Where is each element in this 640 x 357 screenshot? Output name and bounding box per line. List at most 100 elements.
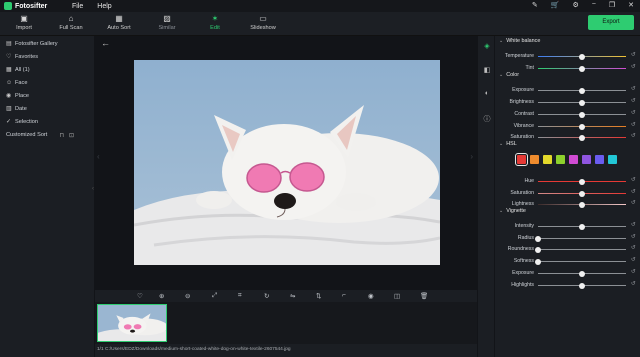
slider-handle[interactable] bbox=[579, 223, 585, 230]
reset-icon[interactable]: ↺ bbox=[631, 281, 636, 287]
slider-track[interactable] bbox=[538, 261, 626, 263]
slider-color-contrast[interactable]: Contrast ↺ bbox=[495, 110, 640, 120]
slider-handle[interactable] bbox=[535, 258, 541, 265]
reset-icon[interactable]: ↺ bbox=[631, 86, 636, 92]
back-arrow-icon[interactable]: ← bbox=[101, 38, 110, 48]
layers-icon[interactable]: ◧ bbox=[482, 66, 492, 76]
auto-sort-button[interactable]: ▦ Auto Sort bbox=[95, 15, 143, 32]
hsl-swatch[interactable] bbox=[582, 155, 591, 164]
reset-icon[interactable]: ↺ bbox=[631, 52, 636, 58]
slider-vignette-highlights[interactable]: Highlights ↺ bbox=[495, 281, 640, 291]
reset-icon[interactable]: ↺ bbox=[631, 177, 636, 183]
crop-area-icon[interactable]: ⌗ bbox=[238, 292, 242, 300]
thumbnail-item[interactable] bbox=[97, 304, 167, 342]
restore-icon[interactable]: ❐ bbox=[609, 1, 615, 9]
reset-icon[interactable]: ↺ bbox=[631, 269, 636, 275]
slideshow-button[interactable]: ▭ Slideshow bbox=[239, 15, 287, 32]
slider-handle[interactable] bbox=[579, 65, 585, 72]
slider-hsl-hue[interactable]: Hue ↺ bbox=[495, 177, 640, 187]
edit-sort-icon[interactable]: ⊡ bbox=[69, 133, 79, 139]
sidebar-collapse-handle[interactable]: ‹ bbox=[92, 186, 94, 192]
slider-hsl-saturation[interactable]: Saturation ↺ bbox=[495, 189, 640, 199]
contrast-icon[interactable]: ◐ bbox=[482, 90, 492, 100]
heart-icon[interactable]: ♡ bbox=[137, 292, 143, 300]
slider-vignette-exposure[interactable]: Exposure ↺ bbox=[495, 269, 640, 279]
menu-file[interactable]: File bbox=[72, 3, 83, 10]
slider-color-saturation[interactable]: Saturation ↺ bbox=[495, 133, 640, 143]
slider-vignette-roundness[interactable]: Roundness ↺ bbox=[495, 245, 640, 255]
sidebar-item-selection[interactable]: ✓ Selection bbox=[0, 115, 94, 128]
slider-vignette-softness[interactable]: Softness ↺ bbox=[495, 257, 640, 267]
gear-icon[interactable]: ⚙ bbox=[572, 1, 578, 9]
hsl-swatch[interactable] bbox=[556, 155, 565, 164]
slider-color-exposure[interactable]: Exposure ↺ bbox=[495, 86, 640, 96]
reset-icon[interactable]: ↺ bbox=[631, 189, 636, 195]
previous-image-icon[interactable]: ‹ bbox=[97, 152, 100, 161]
slider-handle[interactable] bbox=[579, 99, 585, 106]
slider-handle[interactable] bbox=[579, 87, 585, 94]
reset-icon[interactable]: ↺ bbox=[631, 133, 636, 139]
rotate-icon[interactable]: ↻ bbox=[264, 292, 269, 300]
sidebar-item-favorites[interactable]: ♡ Favorites bbox=[0, 50, 94, 63]
sidebar-item-place[interactable]: ◉ Place bbox=[0, 89, 94, 102]
hsl-swatch[interactable] bbox=[608, 155, 617, 164]
slider-handle[interactable] bbox=[579, 270, 585, 277]
hsl-swatch[interactable] bbox=[543, 155, 552, 164]
crop-icon[interactable]: ⌐ bbox=[342, 292, 346, 299]
minimize-icon[interactable]: − bbox=[592, 1, 596, 9]
delete-icon[interactable]: 🗑 bbox=[420, 292, 428, 300]
eye-icon[interactable]: ◉ bbox=[368, 292, 374, 300]
hsl-swatch[interactable] bbox=[515, 153, 528, 166]
zoom-in-icon[interactable]: ⊕ bbox=[159, 292, 164, 300]
zoom-out-icon[interactable]: ⊖ bbox=[185, 292, 190, 300]
bookmark-icon[interactable]: ⊓ bbox=[59, 133, 69, 139]
adjust-color-icon[interactable]: ◈ bbox=[482, 42, 492, 52]
sidebar-item-all[interactable]: ▦ All (1) bbox=[0, 63, 94, 76]
flip-horizontal-icon[interactable]: ⇋ bbox=[290, 292, 295, 300]
hsl-swatch[interactable] bbox=[530, 155, 539, 164]
slider-color-brightness[interactable]: Brightness ↺ bbox=[495, 98, 640, 108]
reset-icon[interactable]: ↺ bbox=[631, 234, 636, 240]
reset-icon[interactable]: ↺ bbox=[631, 200, 636, 206]
slider-handle[interactable] bbox=[535, 246, 541, 253]
menu-help[interactable]: Help bbox=[97, 3, 111, 10]
slider-handle[interactable] bbox=[535, 235, 541, 242]
hsl-swatch[interactable] bbox=[569, 155, 578, 164]
reset-icon[interactable]: ↺ bbox=[631, 98, 636, 104]
compare-icon[interactable]: ◫ bbox=[394, 292, 400, 300]
cart-icon[interactable]: 🛒 bbox=[551, 1, 560, 9]
sidebar-item-face[interactable]: ☺ Face bbox=[0, 76, 94, 89]
next-image-icon[interactable]: › bbox=[470, 152, 473, 161]
reset-icon[interactable]: ↺ bbox=[631, 64, 636, 70]
slider-hsl-lightness[interactable]: Lightness ↺ bbox=[495, 200, 640, 210]
import-button[interactable]: ▣ Import bbox=[0, 15, 48, 32]
export-button[interactable]: Export bbox=[588, 15, 634, 30]
hsl-swatch[interactable] bbox=[595, 155, 604, 164]
similar-button[interactable]: ▨ Similar bbox=[143, 15, 191, 32]
slider-handle[interactable] bbox=[579, 190, 585, 197]
edit-button[interactable]: ✶ Edit bbox=[191, 15, 239, 32]
slider-track[interactable] bbox=[538, 238, 626, 240]
sidebar-item-gallery[interactable]: ▤ Fotosifter Gallery bbox=[0, 37, 94, 50]
slider-handle[interactable] bbox=[579, 201, 585, 208]
magic-wand-icon[interactable]: ✎ bbox=[532, 1, 538, 9]
info-icon[interactable]: ⓘ bbox=[482, 114, 492, 124]
slider-vignette-radius[interactable]: Radius ↺ bbox=[495, 234, 640, 244]
slider-handle[interactable] bbox=[579, 178, 585, 185]
close-icon[interactable]: ✕ bbox=[628, 1, 634, 9]
flip-vertical-icon[interactable]: ⇅ bbox=[316, 292, 321, 300]
reset-icon[interactable]: ↺ bbox=[631, 257, 636, 263]
slider-white-balance-temperature[interactable]: Temperature ↺ bbox=[495, 52, 640, 62]
slider-handle[interactable] bbox=[579, 123, 585, 130]
slider-track[interactable] bbox=[538, 249, 626, 251]
reset-icon[interactable]: ↺ bbox=[631, 122, 636, 128]
slider-handle[interactable] bbox=[579, 53, 585, 60]
fit-icon[interactable]: ⤢ bbox=[212, 292, 217, 300]
slider-handle[interactable] bbox=[579, 111, 585, 118]
slider-handle[interactable] bbox=[579, 282, 585, 289]
full-scan-button[interactable]: ⌂ Full Scan bbox=[47, 15, 95, 32]
slider-handle[interactable] bbox=[579, 134, 585, 141]
section-white-balance[interactable]: ⌄ White balance bbox=[499, 38, 540, 44]
reset-icon[interactable]: ↺ bbox=[631, 245, 636, 251]
slider-color-vibrance[interactable]: Vibrance ↺ bbox=[495, 122, 640, 132]
